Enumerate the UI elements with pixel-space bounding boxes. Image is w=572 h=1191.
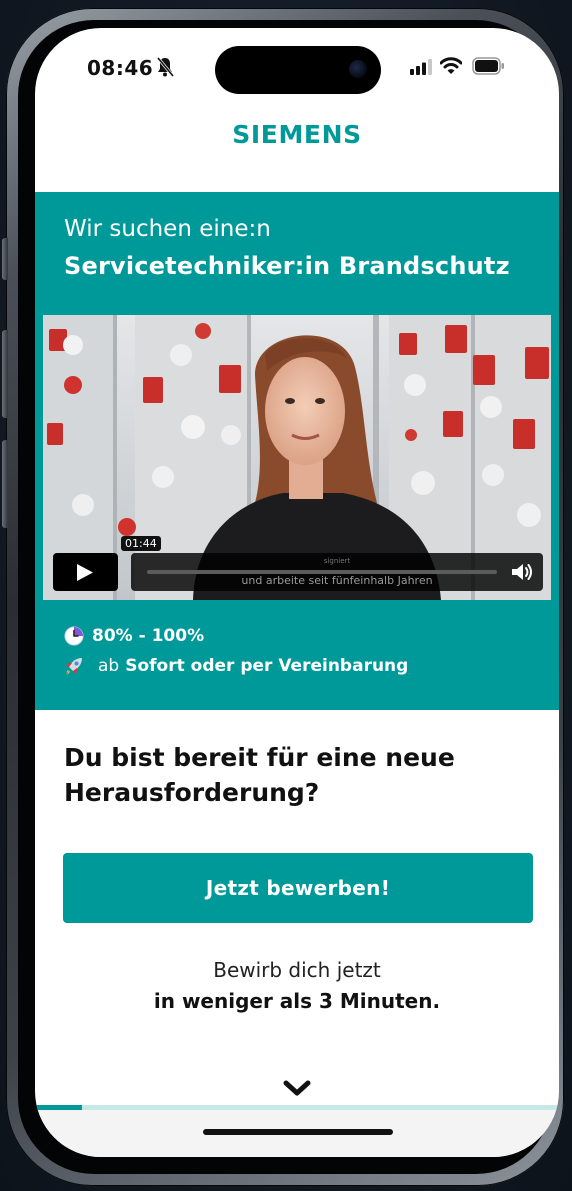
device-stage: 08:46 SIEMENS Wir suchen eine:n Servicet… <box>0 0 572 1191</box>
apply-button[interactable]: Jetzt bewerben! <box>63 853 533 923</box>
workload-row: 80% - 100% <box>64 626 204 646</box>
wifi-icon <box>440 57 462 74</box>
caption-small: signiert <box>323 557 351 565</box>
apply-hint-line-2: in weniger als 3 Minuten. <box>153 989 441 1013</box>
start-date-prefix: ab <box>98 656 120 676</box>
play-button[interactable] <box>53 553 118 591</box>
phone-screen: 08:46 SIEMENS Wir suchen eine:n Servicet… <box>35 28 559 1157</box>
battery-icon <box>472 57 504 75</box>
siemens-logo[interactable]: SIEMENS <box>35 120 559 149</box>
apply-hint-line-1: Bewirb dich jetzt <box>213 958 381 982</box>
bell-muted-icon <box>156 57 174 77</box>
workload-text: 80% - 100% <box>92 626 205 646</box>
hero-intro: Wir suchen eine:n <box>64 216 271 242</box>
home-indicator[interactable] <box>203 1129 393 1135</box>
video-player[interactable]: 01:44 signiert und arbeite seit fünfeinh… <box>43 315 551 600</box>
status-time: 08:46 <box>87 56 154 80</box>
cta-heading: Du bist bereit für eine neue Herausforde… <box>64 743 455 807</box>
chevron-down-icon[interactable] <box>283 1080 311 1098</box>
seek-bar[interactable]: signiert und arbeite seit fünfeinhalb Ja… <box>131 553 543 591</box>
volume-icon[interactable] <box>511 562 533 582</box>
camera-icon <box>349 60 367 78</box>
dynamic-island <box>215 46 381 94</box>
volume-up-button <box>2 330 8 418</box>
video-caption: und arbeite seit fünfeinhalb Jahren <box>241 574 433 587</box>
play-icon <box>77 564 93 581</box>
hero-section: Wir suchen eine:n Servicetechniker:in Br… <box>35 192 559 710</box>
job-title: Servicetechniker:in Brandschutz <box>64 252 510 280</box>
volume-down-button <box>2 440 8 528</box>
rocket-icon <box>66 658 82 675</box>
cellular-signal-icon <box>410 59 432 75</box>
clock-icon <box>64 626 84 646</box>
action-button <box>2 238 8 280</box>
start-date-text: Sofort oder per Vereinbarung <box>125 656 409 676</box>
time-tooltip: 01:44 <box>121 536 161 551</box>
start-date-row: ab Sofort oder per Vereinbarung <box>64 656 408 676</box>
